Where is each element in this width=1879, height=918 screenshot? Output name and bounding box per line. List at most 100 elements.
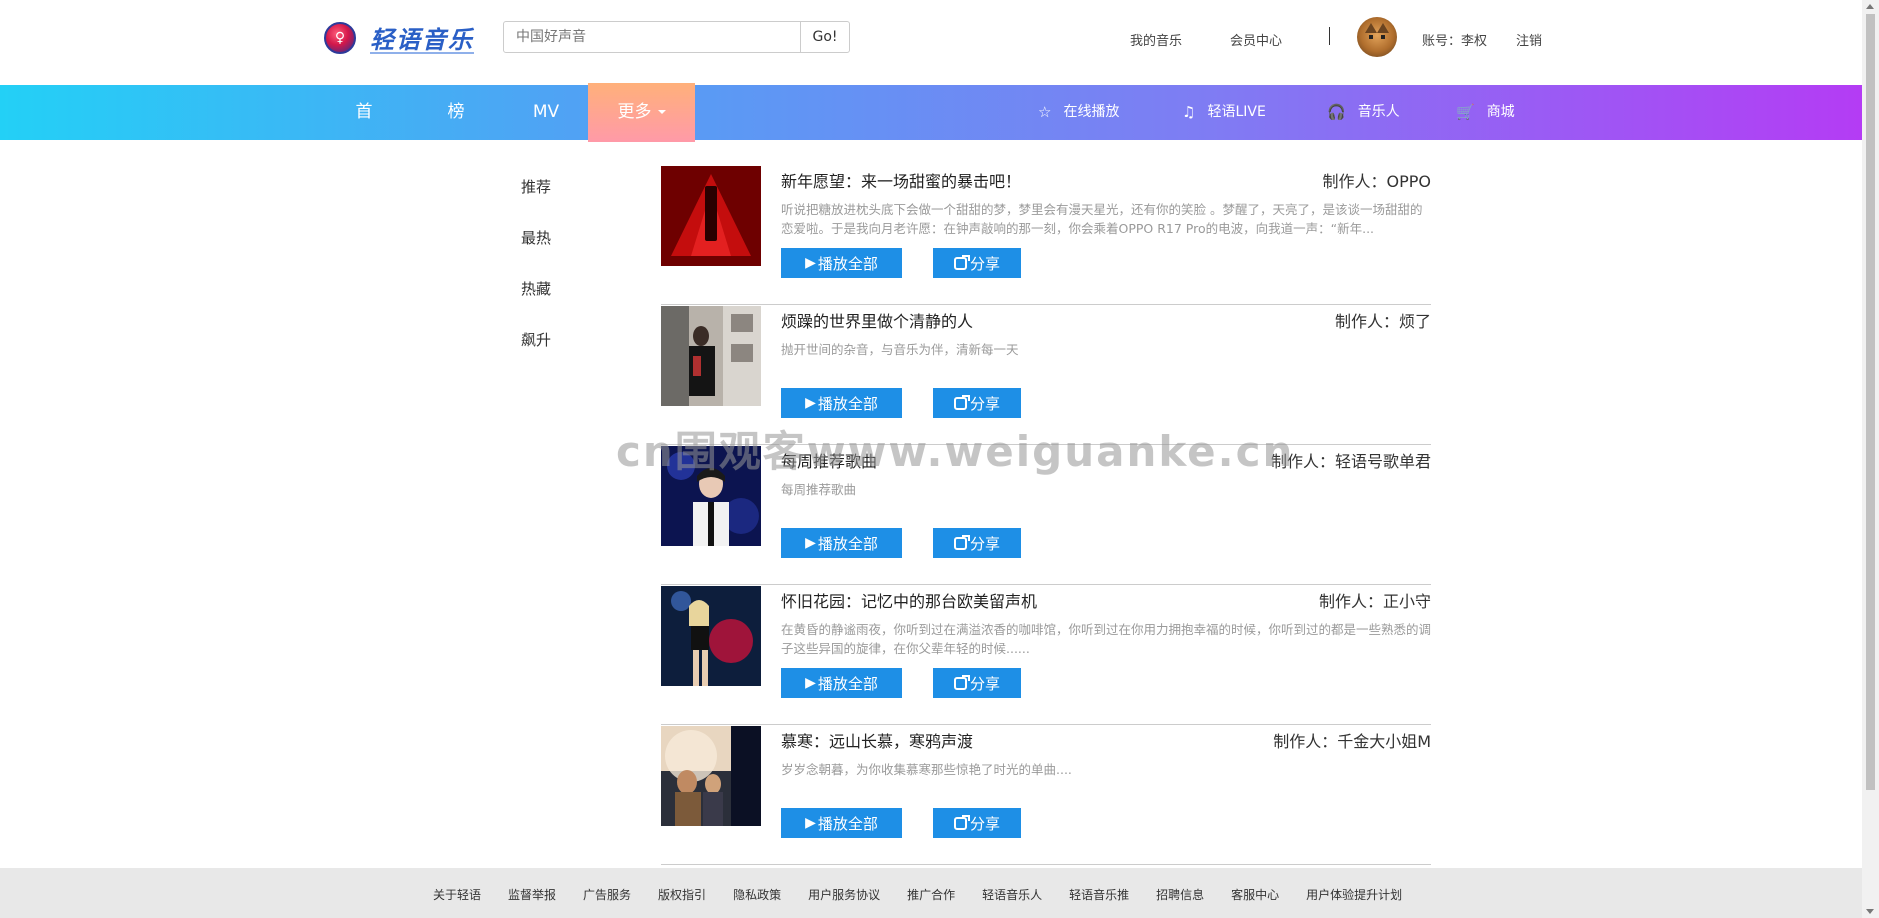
playlist-cover[interactable] (661, 306, 761, 406)
play-icon: ▶ (805, 535, 816, 551)
logout-link[interactable]: 注销 (1516, 30, 1542, 49)
caret-down-icon (657, 110, 666, 114)
nav-live[interactable]: ♫ 轻语LIVE (1182, 85, 1266, 140)
play-all-button[interactable]: ▶ 播放全部 (781, 808, 902, 838)
page-scrollbar[interactable] (1862, 0, 1879, 918)
playlist-cover[interactable] (661, 166, 761, 266)
share-button[interactable]: 分享 (933, 388, 1021, 418)
play-all-button[interactable]: ▶ 播放全部 (781, 388, 902, 418)
playlist-title[interactable]: 新年愿望：来一场甜蜜的暴击吧！ (781, 168, 1021, 192)
playlist-row: 怀旧花园：记忆中的那台欧美留声机 制作人：正小守 在黄昏的静谧雨夜，你听到过在满… (661, 586, 1431, 725)
search-button[interactable]: Go! (800, 21, 850, 53)
share-label: 分享 (969, 534, 1000, 553)
playlist-cover[interactable] (661, 586, 761, 686)
footer-link[interactable]: 广告服务 (583, 886, 631, 903)
logo-text: 轻语音乐 (370, 25, 474, 54)
playlist-row: 新年愿望：来一场甜蜜的暴击吧！ 制作人：OPPO 听说把糖放进枕头底下会做一个甜… (661, 166, 1431, 305)
play-icon: ▶ (805, 255, 816, 271)
share-label: 分享 (969, 674, 1000, 693)
play-all-button[interactable]: ▶ 播放全部 (781, 248, 902, 278)
music-note-icon: ♫ (1182, 103, 1196, 121)
nav-mv[interactable]: MV (531, 85, 561, 140)
playlist-producer: 制作人：正小守 (1318, 592, 1431, 611)
member-center-link[interactable]: 会员中心 (1230, 30, 1282, 49)
star-icon: ☆ (1038, 103, 1052, 121)
footer-link[interactable]: 用户体验提升计划 (1306, 886, 1402, 903)
playlist-producer: 制作人：烦了 (1334, 312, 1431, 331)
play-all-label: 播放全部 (817, 534, 878, 553)
footer-links: 关于轻语 监督举报 广告服务 版权指引 隐私政策 用户服务协议 推广合作 轻语音… (433, 886, 1429, 903)
share-label: 分享 (969, 254, 1000, 273)
play-all-label: 播放全部 (817, 674, 878, 693)
scrollbar-thumb[interactable] (1866, 14, 1875, 790)
share-button[interactable]: 分享 (933, 808, 1021, 838)
play-all-label: 播放全部 (817, 814, 878, 833)
play-icon: ▶ (805, 395, 816, 411)
playlist-cover[interactable] (661, 726, 761, 826)
footer-link[interactable]: 隐私政策 (733, 886, 781, 903)
footer-link[interactable]: 轻语音乐人 (982, 886, 1042, 903)
playlist-producer: 制作人：轻语号歌单君 (1270, 452, 1431, 471)
nav-more-dropdown[interactable]: 更多 (588, 83, 695, 142)
share-button[interactable]: 分享 (933, 528, 1021, 558)
playlist-title[interactable]: 烦躁的世界里做个清静的人 (781, 308, 973, 332)
side-item-hottest[interactable]: 最热 (521, 227, 551, 248)
playlist-title[interactable]: 慕寒：远山长慕，寒鸦声渡 (781, 728, 973, 752)
play-all-label: 播放全部 (817, 394, 878, 413)
playlist-description: 听说把糖放进枕头底下会做一个甜甜的梦，梦里会有漫天星光，还有你的笑脸 。梦醒了，… (781, 202, 1423, 236)
share-icon (953, 254, 970, 270)
playlist-list: 新年愿望：来一场甜蜜的暴击吧！ 制作人：OPPO 听说把糖放进枕头底下会做一个甜… (661, 166, 1431, 866)
side-item-rising[interactable]: 飙升 (521, 329, 551, 350)
nav-home[interactable]: 首页 (348, 85, 380, 177)
logo-icon: ♀ (324, 21, 356, 54)
footer-link[interactable]: 客服中心 (1231, 886, 1279, 903)
scroll-down-arrow-icon[interactable] (1866, 909, 1874, 914)
scroll-up-arrow-icon[interactable] (1866, 4, 1874, 9)
share-button[interactable]: 分享 (933, 248, 1021, 278)
playlist-producer: 制作人：千金大小姐M (1273, 732, 1431, 751)
share-icon (953, 394, 970, 410)
share-icon (953, 674, 970, 690)
footer-link[interactable]: 招聘信息 (1156, 886, 1204, 903)
play-all-button[interactable]: ▶ 播放全部 (781, 528, 902, 558)
main-nav: 首页 榜单 MV 更多 ☆ 在线播放 ♫ 轻语LIVE 🎧 音乐人 🛒 商城 (0, 83, 1862, 177)
my-music-link[interactable]: 我的音乐 (1130, 30, 1182, 49)
play-icon: ▶ (805, 815, 816, 831)
header: ♀ 轻语音乐 Go! 我的音乐 会员中心 账号：李权 注销 (0, 0, 1862, 84)
nav-store[interactable]: 🛒 商城 (1456, 85, 1515, 140)
nav-live-label: 轻语LIVE (1207, 104, 1266, 120)
playlist-row: 慕寒：远山长慕，寒鸦声渡 制作人：千金大小姐M 岁岁念朝暮，为你收集慕寒那些惊艳… (661, 726, 1431, 865)
play-all-button[interactable]: ▶ 播放全部 (781, 668, 902, 698)
share-button[interactable]: 分享 (933, 668, 1021, 698)
footer-link[interactable]: 轻语音乐推 (1069, 886, 1129, 903)
cart-icon: 🛒 (1456, 103, 1475, 121)
nav-store-label: 商城 (1486, 104, 1515, 120)
playlist-title[interactable]: 怀旧花园：记忆中的那台欧美留声机 (781, 588, 1037, 612)
share-icon (953, 534, 970, 550)
play-icon: ▶ (805, 675, 816, 691)
playlist-description: 岁岁念朝暮，为你收集慕寒那些惊艳了时光的单曲.... (781, 762, 1072, 777)
share-icon (953, 814, 970, 830)
play-all-label: 播放全部 (817, 254, 878, 273)
side-item-most-collected[interactable]: 热藏 (521, 278, 551, 299)
account-label: 账号：李权 (1422, 34, 1488, 49)
avatar[interactable] (1357, 17, 1397, 57)
header-separator (1329, 27, 1330, 45)
footer-link[interactable]: 版权指引 (658, 886, 706, 903)
nav-musician[interactable]: 🎧 音乐人 (1327, 85, 1400, 140)
footer-link[interactable]: 用户服务协议 (808, 886, 880, 903)
share-label: 分享 (969, 394, 1000, 413)
search-input[interactable] (503, 21, 801, 53)
playlist-producer: 制作人：OPPO (1322, 172, 1432, 191)
playlist-description: 在黄昏的静谧雨夜，你听到过在满溢浓香的咖啡馆，你听到过在你用力拥抱幸福的时候，你… (781, 622, 1431, 656)
nav-musician-label: 音乐人 (1357, 104, 1400, 120)
footer-link[interactable]: 推广合作 (907, 886, 955, 903)
footer-link[interactable]: 监督举报 (508, 886, 556, 903)
logo[interactable]: ♀ 轻语音乐 (324, 20, 474, 55)
headphones-icon: 🎧 (1327, 103, 1346, 121)
nav-charts[interactable]: 榜单 (440, 85, 472, 177)
side-item-recommended[interactable]: 推荐 (521, 176, 551, 197)
footer-link[interactable]: 关于轻语 (433, 886, 481, 903)
nav-online-play[interactable]: ☆ 在线播放 (1038, 85, 1119, 140)
watermark-text: cn围观客www.weiguanke.cn (616, 427, 1295, 476)
